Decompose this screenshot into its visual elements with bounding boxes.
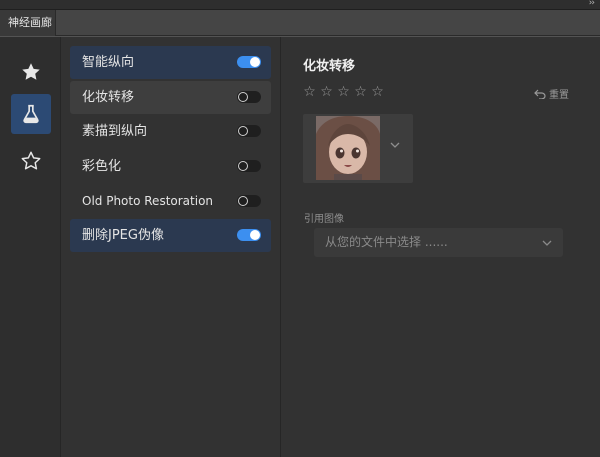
select-placeholder: 从您的文件中选择 ...... (325, 235, 448, 249)
filter-list: 智能纵向 化妆转移 素描到纵向 彩色化 Old Photo Restoratio… (62, 37, 281, 457)
filter-label: Old Photo Restoration (82, 194, 214, 208)
reference-thumbnail (316, 116, 380, 180)
reset-label: 重置 (549, 90, 569, 101)
title-bar: ›› (0, 0, 600, 10)
rating-star-icon[interactable]: ☆ (353, 84, 368, 100)
panel-tab-row: 神经画廊 (0, 10, 600, 36)
reference-image-select[interactable]: 从您的文件中选择 ...... (314, 228, 563, 257)
filter-label: 删除JPEG伪像 (82, 228, 164, 243)
sidebar-item-featured[interactable] (11, 52, 51, 92)
panel-tab-neural-filters[interactable]: 神经画廊 (0, 10, 56, 36)
rating-star-icon[interactable]: ☆ (370, 84, 385, 100)
double-chevron-right-icon[interactable]: ›› (589, 0, 595, 8)
filter-label: 彩色化 (82, 159, 122, 174)
chevron-down-icon (390, 142, 400, 148)
star-filled-icon (22, 63, 40, 80)
filter-label: 智能纵向 (82, 55, 135, 70)
filter-item-colorize[interactable]: 彩色化 (70, 150, 271, 183)
reset-button[interactable]: 重置 (534, 86, 569, 101)
filter-toggle[interactable] (237, 160, 261, 172)
filter-toggle[interactable] (237, 91, 261, 103)
filter-label: 素描到纵向 (82, 124, 148, 139)
filter-item-sketch-to-portrait[interactable]: 素描到纵向 (70, 115, 271, 148)
filter-label: 化妆转移 (82, 90, 135, 105)
filter-item-old-photo-restoration[interactable]: Old Photo Restoration (70, 185, 271, 218)
filter-item-makeup-transfer[interactable]: 化妆转移 (70, 81, 271, 114)
category-sidebar (0, 37, 61, 457)
sidebar-item-wishlist[interactable] (11, 141, 51, 181)
rating-star-icon[interactable]: ☆ (302, 84, 317, 100)
reference-thumbnail-picker[interactable] (303, 114, 413, 183)
filter-toggle[interactable] (237, 125, 261, 137)
reference-image-label: 引用图像 (304, 214, 344, 225)
rating-star-icon[interactable]: ☆ (336, 84, 351, 100)
star-outline-icon (21, 151, 41, 170)
rating-stars: ☆ ☆ ☆ ☆ ☆ (302, 84, 385, 100)
rating-star-icon[interactable]: ☆ (319, 84, 334, 100)
chevron-down-icon (542, 240, 552, 246)
filter-toggle[interactable] (237, 195, 261, 207)
filter-title: 化妆转移 (303, 59, 356, 74)
flask-icon (23, 104, 39, 124)
filter-item-jpeg-artifacts-removal[interactable]: 删除JPEG伪像 (70, 219, 271, 252)
filter-toggle[interactable] (237, 56, 261, 68)
filter-item-smart-portrait[interactable]: 智能纵向 (70, 46, 271, 79)
sidebar-item-beta[interactable] (11, 94, 51, 134)
filter-detail-pane: 化妆转移 ☆ ☆ ☆ ☆ ☆ 重置 引用图像 从您的文件中选择 ...... (282, 37, 600, 457)
neural-filters-panel: 智能纵向 化妆转移 素描到纵向 彩色化 Old Photo Restoratio… (0, 37, 600, 457)
filter-toggle[interactable] (237, 229, 261, 241)
undo-icon (534, 89, 546, 99)
